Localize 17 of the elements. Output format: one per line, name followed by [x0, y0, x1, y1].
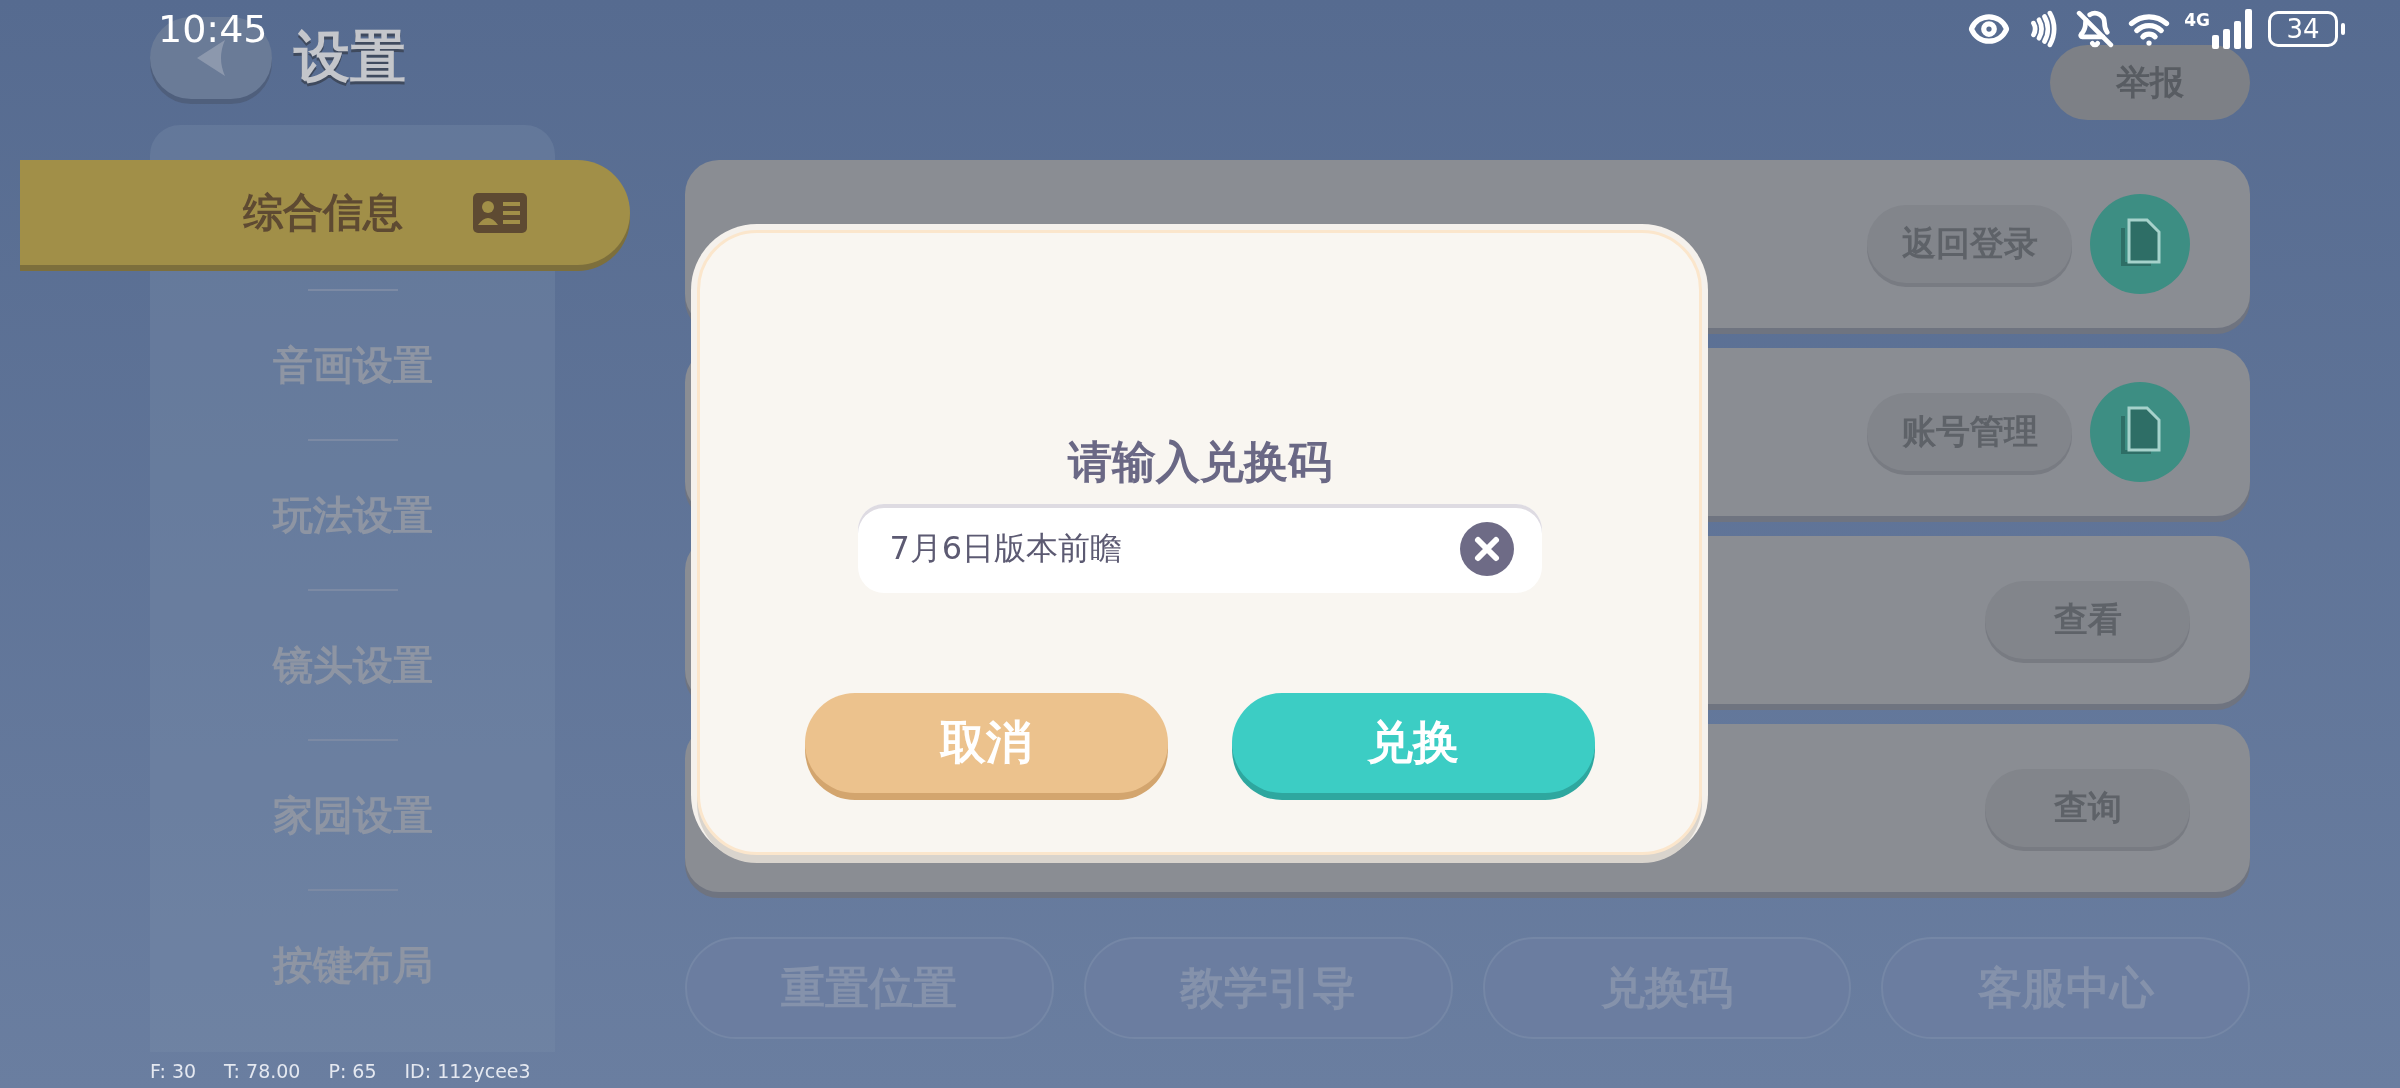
status-time: 10:45 [158, 7, 268, 51]
debug-text: ID: 112ycee3 [404, 1060, 531, 1082]
id-card-icon [473, 192, 527, 233]
debug-text: T: 78.00 [224, 1060, 301, 1082]
sidebar-item-label: 综合信息 [243, 188, 403, 237]
clear-button[interactable] [1459, 521, 1514, 576]
bell-off-icon [2076, 10, 2115, 48]
signal-icon [2212, 9, 2254, 49]
clear-icon [1459, 521, 1514, 576]
debug-text: F: 30 [150, 1060, 197, 1082]
code-input-box[interactable]: 7月6日版本前瞻 [857, 504, 1542, 593]
dialog-title: 请输入兑换码 [1067, 435, 1332, 489]
battery-level: 34 [2268, 11, 2338, 47]
page-title: 设置 [294, 22, 406, 91]
code-input-field[interactable]: 7月6日版本前瞻 [887, 528, 1460, 569]
network-label: 4G [2184, 10, 2210, 30]
debug-text: P: 65 [328, 1060, 377, 1082]
